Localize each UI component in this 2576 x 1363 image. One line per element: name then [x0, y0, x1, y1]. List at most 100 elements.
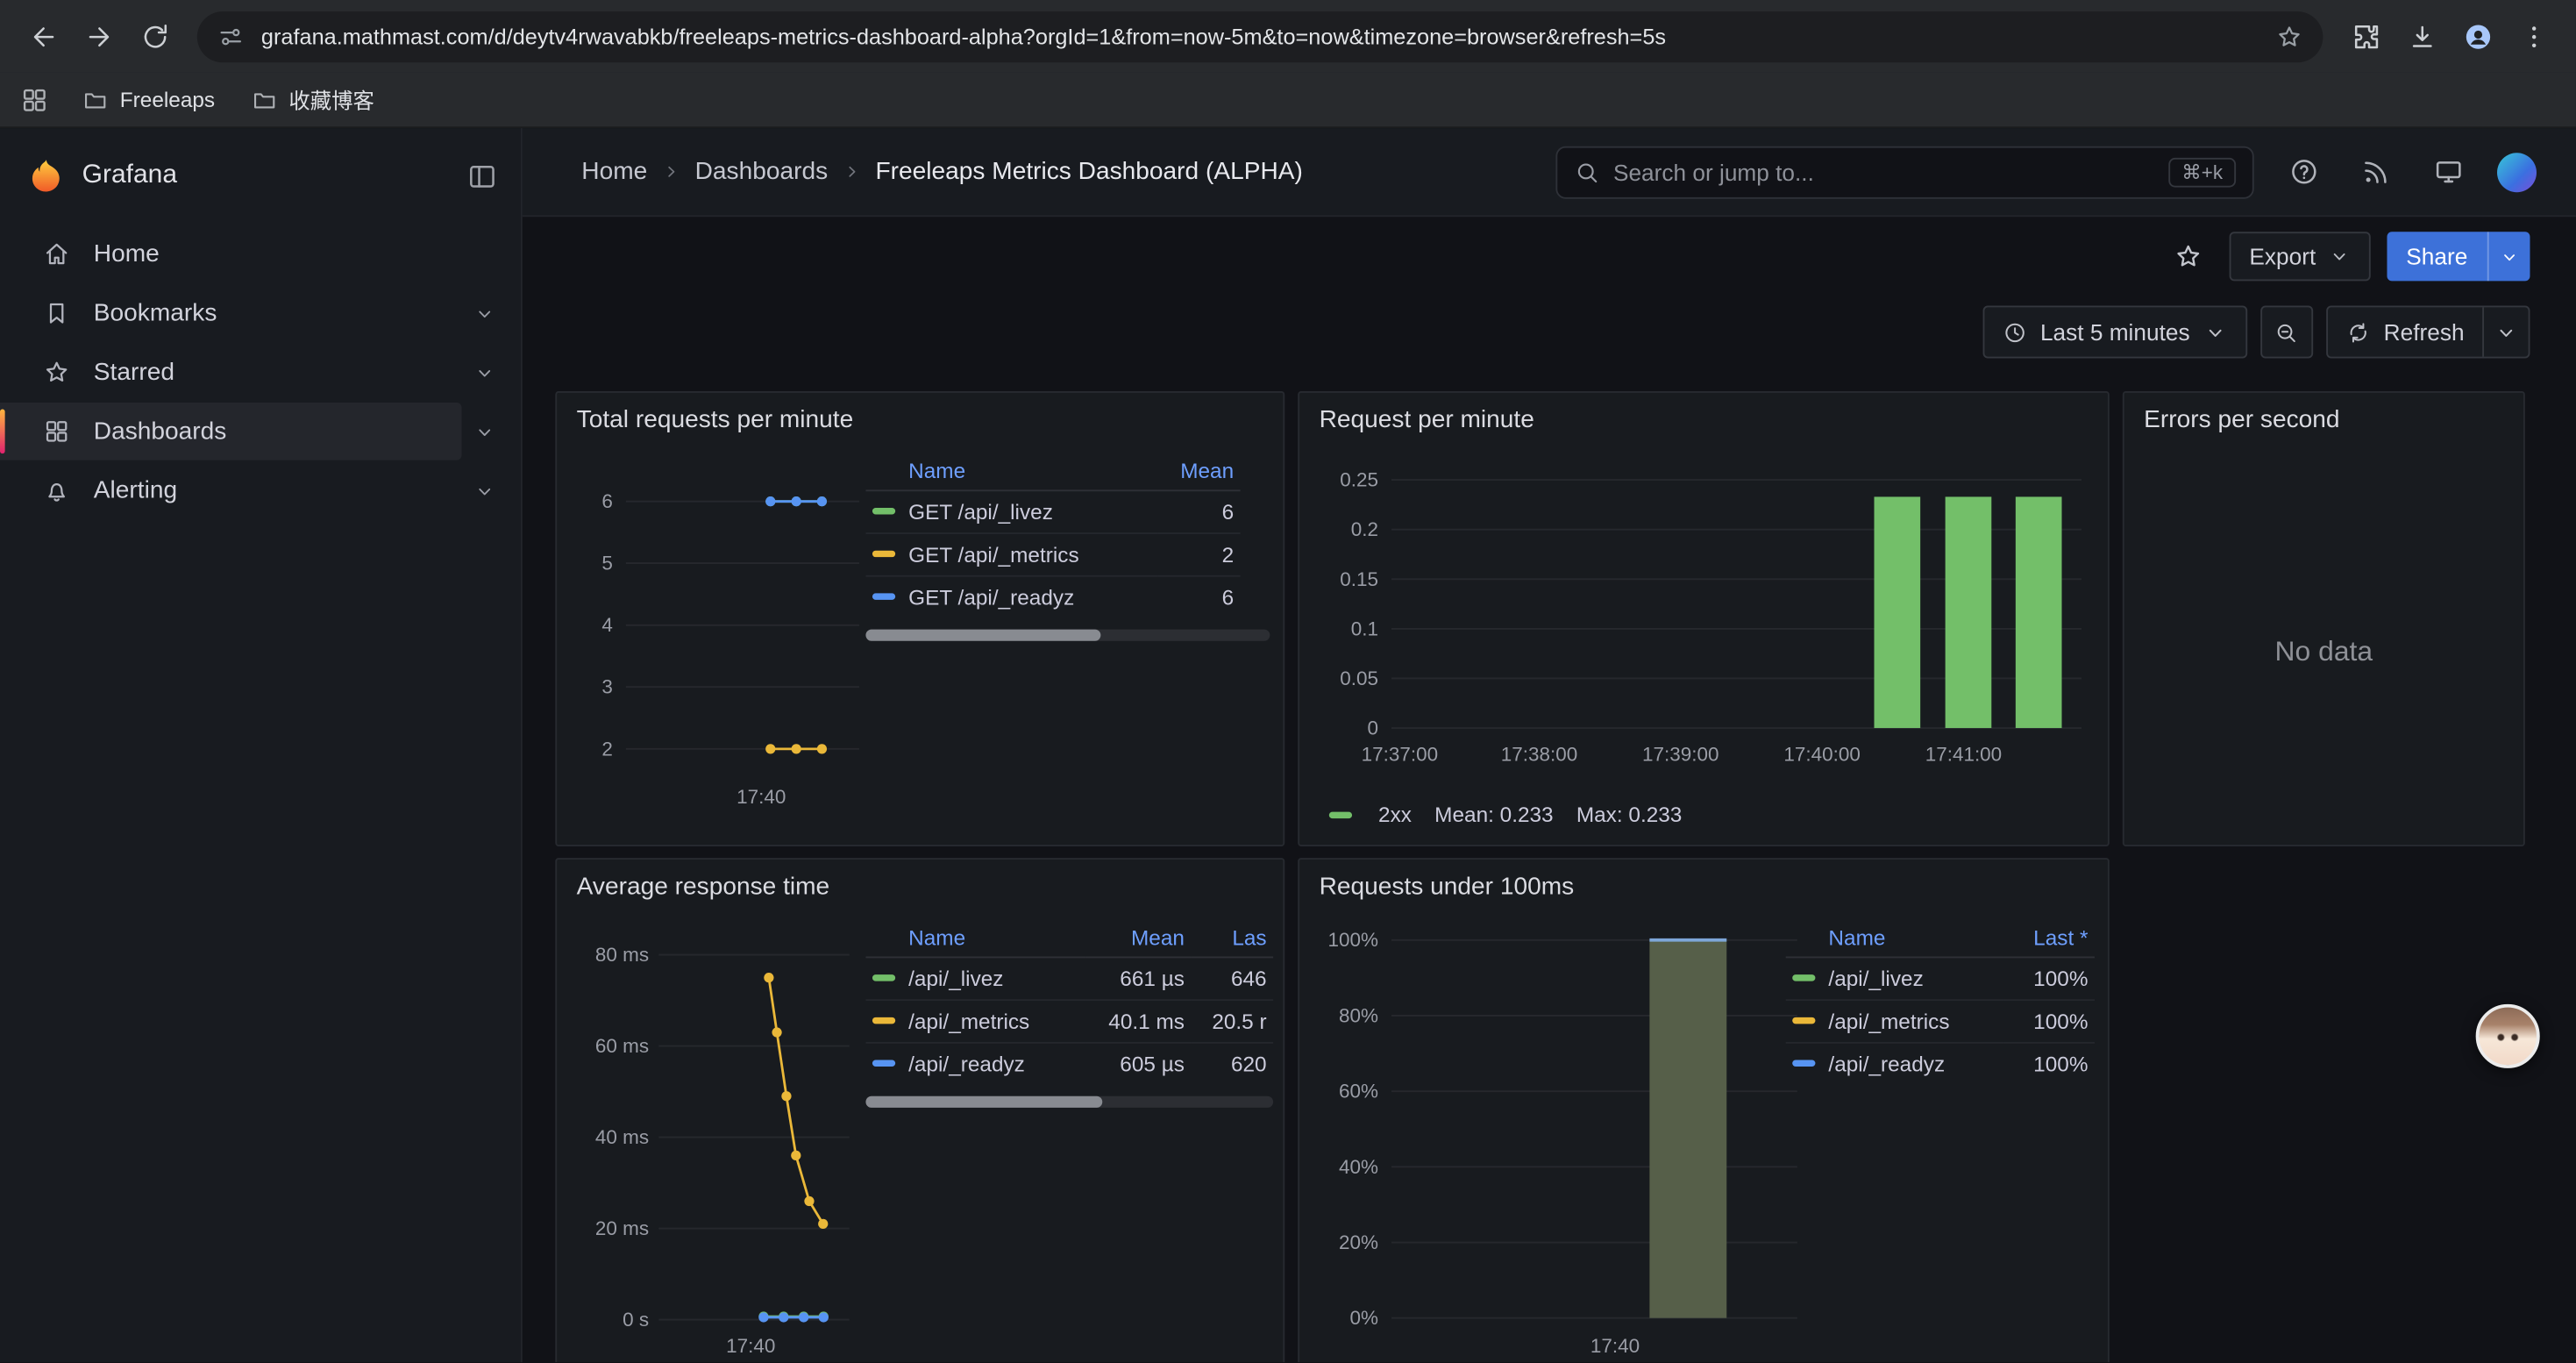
svg-text:0.25: 0.25	[1340, 469, 1378, 491]
legend-series-name[interactable]: /api/_readyz	[1786, 1043, 2003, 1085]
news-feed-button[interactable]	[2352, 149, 2398, 195]
sidebar-item-starred[interactable]: Starred	[0, 344, 521, 402]
scrollbar-thumb[interactable]	[865, 630, 1099, 641]
panel-title[interactable]: Total requests per minute	[557, 393, 1283, 440]
url-input[interactable]	[261, 24, 2259, 48]
sidebar-collapse-icon[interactable]	[466, 161, 498, 192]
svg-text:100%: 100%	[1328, 929, 1378, 951]
panel-title[interactable]: Requests under 100ms	[1299, 860, 2108, 907]
grafana-logo-icon[interactable]	[26, 156, 66, 196]
svg-text:80%: 80%	[1339, 1004, 1378, 1026]
legend-column-header[interactable]: Last *	[2003, 925, 2095, 958]
favorite-dashboard-button[interactable]	[2164, 232, 2213, 281]
legend-table: NameMeanGET /api/_livez6GET /api/_metric…	[865, 459, 1240, 618]
bookmark-freeleaps[interactable]: Freeleaps	[69, 82, 228, 118]
svg-text:40%: 40%	[1339, 1156, 1378, 1178]
search-icon	[1574, 159, 1600, 185]
address-bar[interactable]	[197, 11, 2323, 61]
legend-series-name[interactable]: /api/_livez	[865, 957, 1085, 1000]
reload-button[interactable]	[128, 10, 181, 62]
sidebar-nav: Home Bookmarks StarredDashboards Alerting	[0, 225, 521, 519]
site-settings-icon[interactable]	[217, 22, 245, 50]
svg-text:0: 0	[1368, 717, 1378, 739]
sidebar-item-link[interactable]: Alerting	[0, 462, 462, 520]
help-button[interactable]	[2281, 149, 2326, 195]
bookmark-收藏博客[interactable]: 收藏博客	[238, 79, 388, 120]
legend-row: /api/_metrics40.1 ms20.5 r	[865, 1000, 1273, 1043]
no-data-wrap: No data	[2124, 459, 2523, 845]
legend-column-header[interactable]: Name	[865, 925, 1085, 958]
downloads-button[interactable]	[2395, 10, 2448, 62]
forward-button[interactable]	[72, 10, 125, 62]
breadcrumb-item[interactable]: Home	[581, 158, 647, 186]
chevron-down-icon[interactable]	[462, 467, 508, 513]
sidebar-item-dashboards[interactable]: Dashboards	[0, 403, 521, 460]
back-button[interactable]	[17, 10, 69, 62]
legend-row: /api/_livez661 µs646	[865, 957, 1273, 1000]
user-avatar[interactable]	[2497, 152, 2537, 191]
svg-text:17:41:00: 17:41:00	[1925, 744, 2002, 766]
sidebar-item-link[interactable]: Dashboards	[0, 403, 462, 460]
legend-column-header[interactable]: Mean	[1158, 459, 1241, 491]
share-button[interactable]: Share	[2387, 232, 2487, 281]
extensions-button[interactable]	[2339, 10, 2392, 62]
refresh-button-group: Refresh	[2326, 306, 2530, 359]
reload-icon	[139, 20, 170, 52]
svg-text:0.1: 0.1	[1351, 617, 1378, 639]
sidebar-item-link[interactable]: Bookmarks	[0, 284, 462, 342]
legend-mean: Mean: 0.233	[1434, 802, 1553, 826]
profile-button[interactable]	[2451, 10, 2504, 62]
legend-value: 620	[1191, 1043, 1273, 1085]
legend-series-name[interactable]: GET /api/_readyz	[865, 576, 1158, 618]
chevron-down-icon[interactable]	[462, 290, 508, 336]
legend-column-header[interactable]: Las	[1191, 925, 1273, 958]
refresh-button[interactable]: Refresh	[2328, 307, 2482, 356]
panel-title[interactable]: Errors per second	[2124, 393, 2523, 440]
legend-scrollbar[interactable]	[865, 630, 1270, 641]
breadcrumb-item[interactable]: Dashboards	[695, 158, 829, 186]
svg-text:17:37:00: 17:37:00	[1362, 744, 1438, 766]
legend-row: GET /api/_readyz6	[865, 576, 1240, 618]
sidebar-item-link[interactable]: Starred	[0, 344, 462, 402]
legend-series-name[interactable]: /api/_livez	[1786, 957, 2003, 1000]
scrollbar-thumb[interactable]	[865, 1096, 1101, 1108]
sidebar-item-alerting[interactable]: Alerting	[0, 462, 521, 520]
legend-series-name[interactable]: GET /api/_livez	[865, 490, 1158, 533]
legend-scrollbar[interactable]	[865, 1096, 1273, 1108]
legend-series-name[interactable]: 2xx	[1329, 802, 1412, 826]
assistant-avatar[interactable]	[2476, 1004, 2540, 1068]
export-button[interactable]: Export	[2230, 232, 2370, 281]
time-range-picker[interactable]: Last 5 minutes	[1982, 306, 2247, 359]
zoom-out-button[interactable]	[2260, 306, 2313, 359]
panel-title[interactable]: Request per minute	[1299, 393, 2108, 440]
legend-series-name[interactable]: /api/_metrics	[865, 1000, 1085, 1043]
browser-menu-button[interactable]	[2507, 10, 2559, 62]
legend-column-header[interactable]: Name	[865, 459, 1158, 491]
refresh-interval-dropdown[interactable]	[2482, 307, 2528, 356]
legend-column-header[interactable]: Name	[1786, 925, 2003, 958]
legend-series-name[interactable]: /api/_metrics	[1786, 1000, 2003, 1043]
bookmark-star-icon[interactable]	[2275, 22, 2303, 50]
search-box[interactable]: ⌘+k	[1555, 146, 2253, 198]
chevron-down-icon[interactable]	[462, 349, 508, 395]
apps-grid-icon[interactable]	[19, 84, 49, 114]
sidebar-item-label: Alerting	[94, 476, 177, 504]
legend-value: 100%	[2003, 1000, 2095, 1043]
chevron-down-icon[interactable]	[462, 409, 508, 454]
legend-value: 100%	[2003, 1043, 2095, 1085]
legend-row: GET /api/_metrics2	[865, 533, 1240, 576]
sidebar-item-bookmarks[interactable]: Bookmarks	[0, 284, 521, 342]
breadcrumb-item[interactable]: Freeleaps Metrics Dashboard (ALPHA)	[876, 158, 1303, 186]
legend-series-name[interactable]: /api/_readyz	[865, 1043, 1085, 1085]
legend-column-header[interactable]: Mean	[1086, 925, 1192, 958]
panel-title[interactable]: Average response time	[557, 860, 1283, 907]
kiosk-mode-button[interactable]	[2425, 149, 2471, 195]
search-input[interactable]	[1613, 159, 2155, 185]
legend-row: GET /api/_livez6	[865, 490, 1240, 533]
share-dropdown-button[interactable]	[2487, 232, 2530, 281]
sidebar-item-home[interactable]: Home	[0, 225, 521, 283]
sidebar-item-link[interactable]: Home	[0, 225, 462, 283]
legend-series-name[interactable]: GET /api/_metrics	[865, 533, 1158, 576]
svg-text:20 ms: 20 ms	[595, 1217, 649, 1239]
sidebar-item-label: Bookmarks	[94, 299, 217, 327]
